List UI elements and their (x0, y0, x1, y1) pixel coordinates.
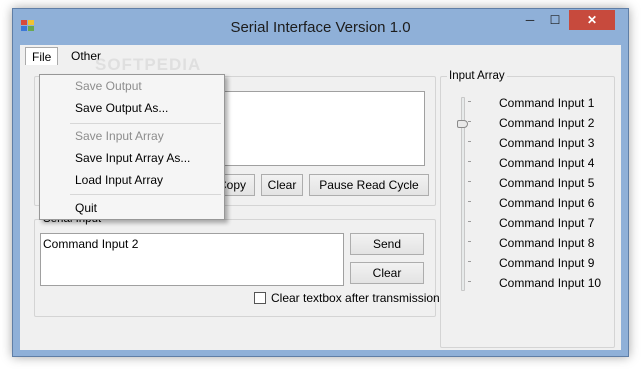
slider-tick (468, 281, 471, 282)
slider-tick (468, 201, 471, 202)
command-input-item[interactable]: Command Input 8 (499, 235, 594, 251)
menu-separator (70, 194, 221, 195)
menu-file[interactable]: File (25, 47, 59, 65)
command-input-item[interactable]: Command Input 10 (499, 275, 601, 291)
serial-input-group: Serial Input Command Input 2 Send Clear … (34, 213, 440, 317)
maximize-button[interactable]: ☐ (543, 10, 567, 30)
command-input-item[interactable]: Command Input 7 (499, 215, 594, 231)
menu-item-save-input-array-as[interactable]: Save Input Array As... (75, 149, 190, 167)
menu-item-save-output-as[interactable]: Save Output As... (75, 99, 168, 117)
command-input-item[interactable]: Command Input 5 (499, 175, 594, 191)
slider-tick (468, 101, 471, 102)
pause-read-cycle-button[interactable]: Pause Read Cycle (309, 174, 429, 196)
send-button[interactable]: Send (350, 233, 424, 255)
command-input-item[interactable]: Command Input 3 (499, 135, 594, 151)
command-input-item[interactable]: Command Input 2 (499, 115, 594, 131)
slider-tick (468, 121, 471, 122)
input-array-legend: Input Array (447, 70, 507, 82)
input-array-group: Input Array Command Input 1 Command Input… (440, 70, 615, 348)
menu-item-save-input-array[interactable]: Save Input Array (75, 127, 164, 145)
command-input-item[interactable]: Command Input 6 (499, 195, 594, 211)
menu-item-save-output[interactable]: Save Output (75, 77, 142, 95)
command-input-item[interactable]: Command Input 9 (499, 255, 594, 271)
serial-input-textarea[interactable]: Command Input 2 (40, 233, 344, 286)
clear-after-checkbox[interactable] (254, 292, 266, 304)
slider-tick (468, 261, 471, 262)
slider-tick (468, 141, 471, 142)
title-bar[interactable]: Serial Interface Version 1.0 ─ ☐ ✕ (13, 9, 628, 45)
clear-output-button[interactable]: Clear (261, 174, 303, 196)
input-array-slider-thumb[interactable] (457, 120, 468, 128)
file-menu-dropdown: Save Output Save Output As... Save Input… (39, 74, 225, 220)
clear-input-button[interactable]: Clear (350, 262, 424, 284)
clear-after-label: Clear textbox after transmission (271, 291, 440, 305)
menu-separator (70, 123, 221, 124)
command-input-item[interactable]: Command Input 4 (499, 155, 594, 171)
slider-tick (468, 161, 471, 162)
watermark-text: SOFTPEDIA (95, 55, 202, 74)
slider-tick (468, 221, 471, 222)
slider-tick (468, 181, 471, 182)
minimize-button[interactable]: ─ (518, 10, 542, 30)
slider-tick (468, 241, 471, 242)
close-button[interactable]: ✕ (569, 10, 615, 30)
command-input-item[interactable]: Command Input 1 (499, 95, 594, 111)
menu-item-quit[interactable]: Quit (75, 199, 97, 217)
app-window: Serial Interface Version 1.0 ─ ☐ ✕ File … (12, 8, 629, 357)
menu-item-load-input-array[interactable]: Load Input Array (75, 171, 163, 189)
